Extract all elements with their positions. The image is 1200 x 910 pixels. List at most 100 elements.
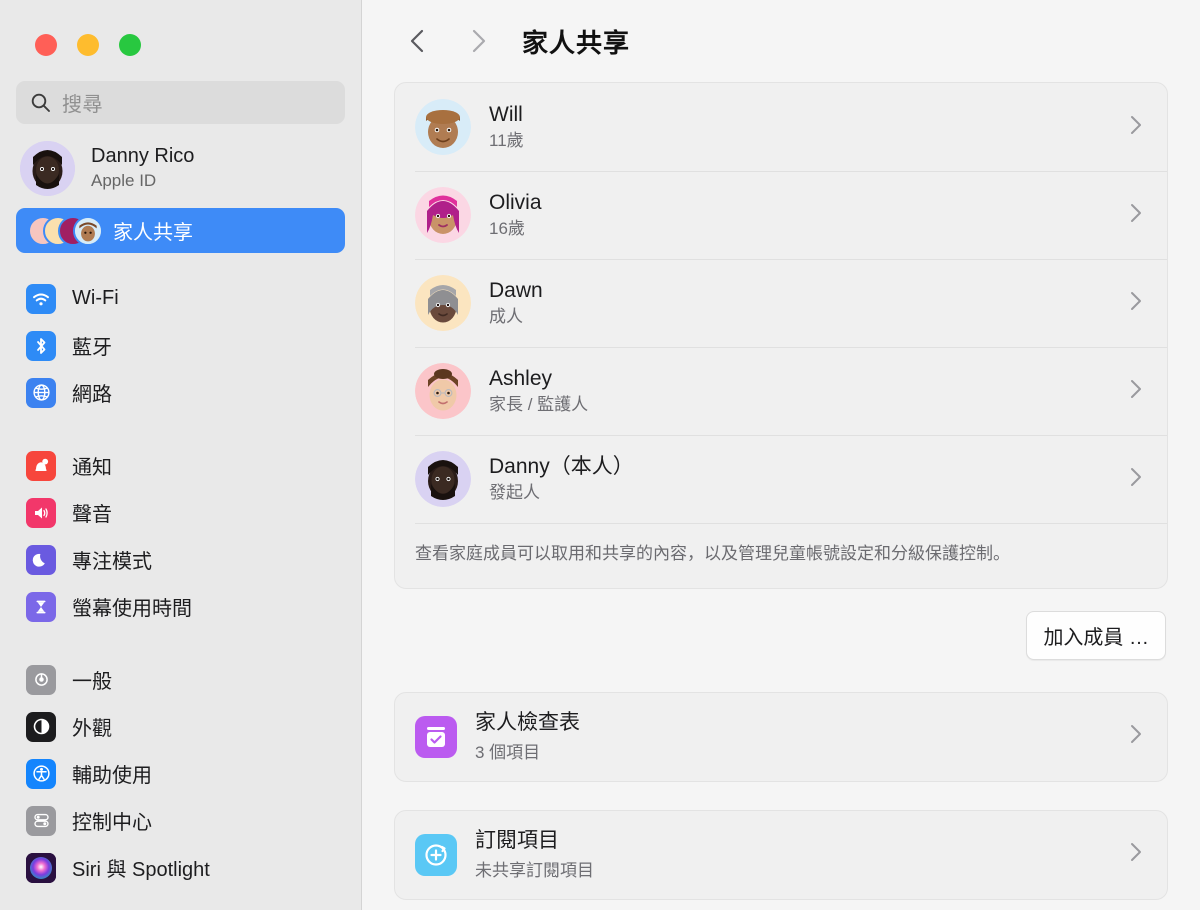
settings-window: 搜尋 Danny Rico Apple ID 家人共享 Wi-Fi 藍牙 網路 … (0, 0, 1200, 910)
add-member-button[interactable]: 加入成員 … (1026, 610, 1166, 660)
sidebar-item-label: 網路 (72, 384, 112, 406)
avatar (415, 187, 471, 243)
family-members-card: Will 11歲 Olivia 16歲 Dawn 成人 Ashley 家長 / … (394, 82, 1168, 589)
sidebar-item-network[interactable]: 網路 (14, 369, 347, 416)
member-subtitle: 發起人 (489, 483, 540, 503)
sidebar-item-screen-time[interactable]: 螢幕使用時間 (14, 583, 347, 630)
sidebar-item-label: 控制中心 (72, 812, 152, 834)
sidebar-item-notifications[interactable]: 通知 (14, 442, 347, 489)
subscriptions-card: 訂閱項目 未共享訂閱項目 (394, 809, 1168, 900)
section-title: 訂閱項目 (475, 829, 559, 853)
zoom-button[interactable] (119, 34, 141, 56)
search-placeholder: 搜尋 (62, 94, 103, 116)
wifi-icon (26, 283, 56, 314)
section-title: 家人檢查表 (475, 711, 580, 735)
accessibility-icon (26, 758, 56, 789)
search-icon (30, 92, 51, 113)
stack-avatar-4 (73, 215, 103, 246)
member-subtitle: 11歲 (489, 131, 524, 151)
search-input[interactable]: 搜尋 (16, 81, 345, 124)
list-item[interactable]: 訂閱項目 未共享訂閱項目 (395, 811, 1167, 899)
moon-icon (26, 544, 56, 575)
account-name: Danny Rico (91, 145, 195, 168)
speaker-icon (26, 497, 56, 528)
minimize-button[interactable] (77, 34, 99, 56)
sidebar-item-focus[interactable]: 專注模式 (14, 536, 347, 583)
sidebar-item-general[interactable]: 一般 (14, 656, 347, 703)
sidebar-item-siri-spotlight[interactable]: Siri 與 Spotlight (14, 844, 347, 891)
chevron-left-icon[interactable] (396, 19, 440, 63)
appearance-icon (26, 711, 56, 742)
account-subtitle: Apple ID (91, 171, 157, 191)
chevron-right-icon[interactable] (456, 19, 500, 63)
section-subtitle: 未共享訂閱項目 (475, 861, 594, 881)
sidebar-item-accessibility[interactable]: 輔助使用 (14, 750, 347, 797)
sidebar-item-bluetooth[interactable]: 藍牙 (14, 322, 347, 369)
family-description: 查看家庭成員可以取用和共享的內容，以及管理兒童帳號設定和分級保護控制。 (395, 523, 1167, 588)
avatar (415, 363, 471, 419)
chevron-right-icon (1129, 378, 1143, 405)
table-row[interactable]: Ashley 家長 / 監護人 (395, 347, 1167, 435)
member-name: Will (489, 102, 523, 126)
chevron-right-icon (1129, 841, 1143, 868)
bell-icon (26, 450, 56, 481)
sidebar-item-label: 專注模式 (72, 551, 152, 573)
member-name: Dawn (489, 278, 543, 302)
sidebar-item-label: 通知 (72, 457, 112, 479)
main-content: 家人共享 Will 11歲 Olivia 16歲 Dawn 成人 Ashley … (362, 0, 1200, 910)
member-subtitle: 16歲 (489, 219, 525, 239)
chevron-right-icon (1129, 290, 1143, 317)
sidebar-group-network: Wi-Fi 藍牙 網路 (14, 275, 347, 416)
bluetooth-icon (26, 330, 56, 361)
sidebar-item-label: 家人共享 (113, 222, 193, 244)
avatar (415, 275, 471, 331)
table-row[interactable]: Dawn 成人 (395, 259, 1167, 347)
page-title: 家人共享 (522, 27, 631, 58)
sidebar-item-label: 一般 (72, 671, 112, 693)
checklist-icon (415, 715, 457, 758)
member-subtitle: 家長 / 監護人 (489, 395, 589, 415)
sidebar-group-alerts: 通知 聲音 專注模式 螢幕使用時間 (14, 442, 347, 630)
avatar (20, 141, 75, 196)
member-name: Olivia (489, 190, 542, 214)
table-row[interactable]: Will 11歲 (395, 83, 1167, 171)
sidebar-item-wifi[interactable]: Wi-Fi (14, 275, 347, 322)
gear-icon (26, 664, 56, 695)
globe-icon (26, 377, 56, 408)
hourglass-icon (26, 591, 56, 622)
sidebar-item-label: 輔助使用 (72, 765, 152, 787)
table-row[interactable]: Olivia 16歲 (395, 171, 1167, 259)
member-name: Ashley (489, 366, 553, 390)
sidebar-item-label: 藍牙 (72, 337, 112, 359)
toolbar: 家人共享 (362, 0, 1200, 82)
add-member-row: 加入成員 … (394, 589, 1168, 660)
chevron-right-icon (1129, 202, 1143, 229)
subscription-icon (415, 833, 457, 876)
sidebar: 搜尋 Danny Rico Apple ID 家人共享 Wi-Fi 藍牙 網路 … (0, 0, 362, 910)
sidebar-item-label: 聲音 (72, 504, 112, 526)
sidebar-item-control-center[interactable]: 控制中心 (14, 797, 347, 844)
family-avatars-stack-icon (28, 215, 103, 246)
apple-id-account-row[interactable]: Danny Rico Apple ID (20, 141, 347, 196)
table-row[interactable]: Danny（本人） 發起人 (395, 435, 1167, 523)
window-traffic-lights (14, 0, 347, 56)
chevron-right-icon (1129, 466, 1143, 493)
chevron-right-icon (1129, 723, 1143, 750)
sidebar-item-appearance[interactable]: 外觀 (14, 703, 347, 750)
sidebar-item-label: Siri 與 Spotlight (72, 859, 210, 881)
avatar (415, 451, 471, 507)
control-center-icon (26, 805, 56, 836)
sidebar-item-label: 外觀 (72, 718, 112, 740)
member-subtitle: 成人 (489, 307, 523, 327)
family-checklist-card: 家人檢查表 3 個項目 (394, 691, 1168, 782)
section-subtitle: 3 個項目 (475, 743, 541, 763)
close-button[interactable] (35, 34, 57, 56)
chevron-right-icon (1129, 114, 1143, 141)
sidebar-item-family-sharing[interactable]: 家人共享 (16, 208, 345, 253)
list-item[interactable]: 家人檢查表 3 個項目 (395, 693, 1167, 781)
sidebar-group-system: 一般 外觀 輔助使用 控制中心 Siri 與 Spotlight (14, 656, 347, 891)
sidebar-item-sound[interactable]: 聲音 (14, 489, 347, 536)
sidebar-item-label: Wi-Fi (72, 287, 119, 309)
member-name: Danny（本人） (489, 454, 634, 478)
sidebar-item-label: 螢幕使用時間 (72, 598, 192, 620)
